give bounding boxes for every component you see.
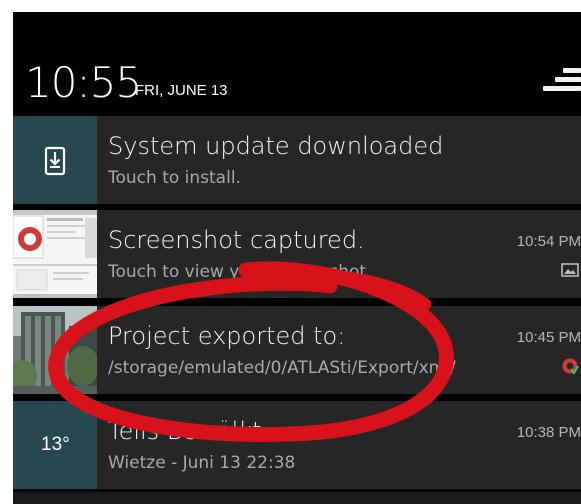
notification-screenshot[interactable]: Screenshot captured. Touch to view your … (13, 210, 581, 298)
image-icon (561, 263, 579, 277)
status-bar (13, 12, 581, 52)
notification-project-exported[interactable]: Project exported to: /storage/emulated/0… (13, 306, 581, 394)
clock: 10:55 (25, 58, 142, 107)
notification-title: Teils Bewölkt (108, 417, 262, 445)
notification-weather[interactable]: 13° Teils Bewölkt Wietze - Juni 13 22:38… (13, 401, 581, 489)
shade-handle[interactable] (13, 492, 581, 504)
notification-time: 10:45 PM (516, 329, 581, 346)
notification-subtitle: /storage/emulated/0/ATLASti/Export/xml/ (108, 358, 456, 378)
notification-title: System update downloaded (108, 132, 444, 160)
shade-header: 10:55 FRI, JUNE 13 (13, 52, 581, 116)
quick-settings-toggle-icon[interactable] (541, 68, 581, 98)
notification-time: 10:38 PM (516, 424, 581, 441)
notification-time: 10:54 PM (516, 233, 581, 250)
notification-shade: 10:55 FRI, JUNE 13 System update downloa… (13, 12, 581, 504)
temperature-label: 13° (41, 434, 70, 455)
download-icon (44, 146, 66, 176)
notification-icon-area (13, 116, 97, 204)
screenshot-thumbnail (13, 210, 97, 298)
notification-title: Screenshot captured. (108, 226, 365, 254)
date-label: FRI, JUNE 13 (135, 82, 228, 99)
weather-icon: 13° (13, 401, 97, 489)
notification-subtitle: Touch to view your screenshot. (108, 262, 372, 282)
notification-title: Project exported to: (108, 322, 346, 350)
atlas-ti-icon (562, 358, 579, 375)
export-thumbnail (13, 306, 97, 394)
notification-subtitle: Touch to install. (108, 168, 241, 188)
building-photo-icon (13, 306, 97, 394)
notification-system-update[interactable]: System update downloaded Touch to instal… (13, 116, 581, 204)
notification-subtitle: Wietze - Juni 13 22:38 (108, 453, 296, 473)
screenshot-preview-icon (13, 210, 97, 298)
